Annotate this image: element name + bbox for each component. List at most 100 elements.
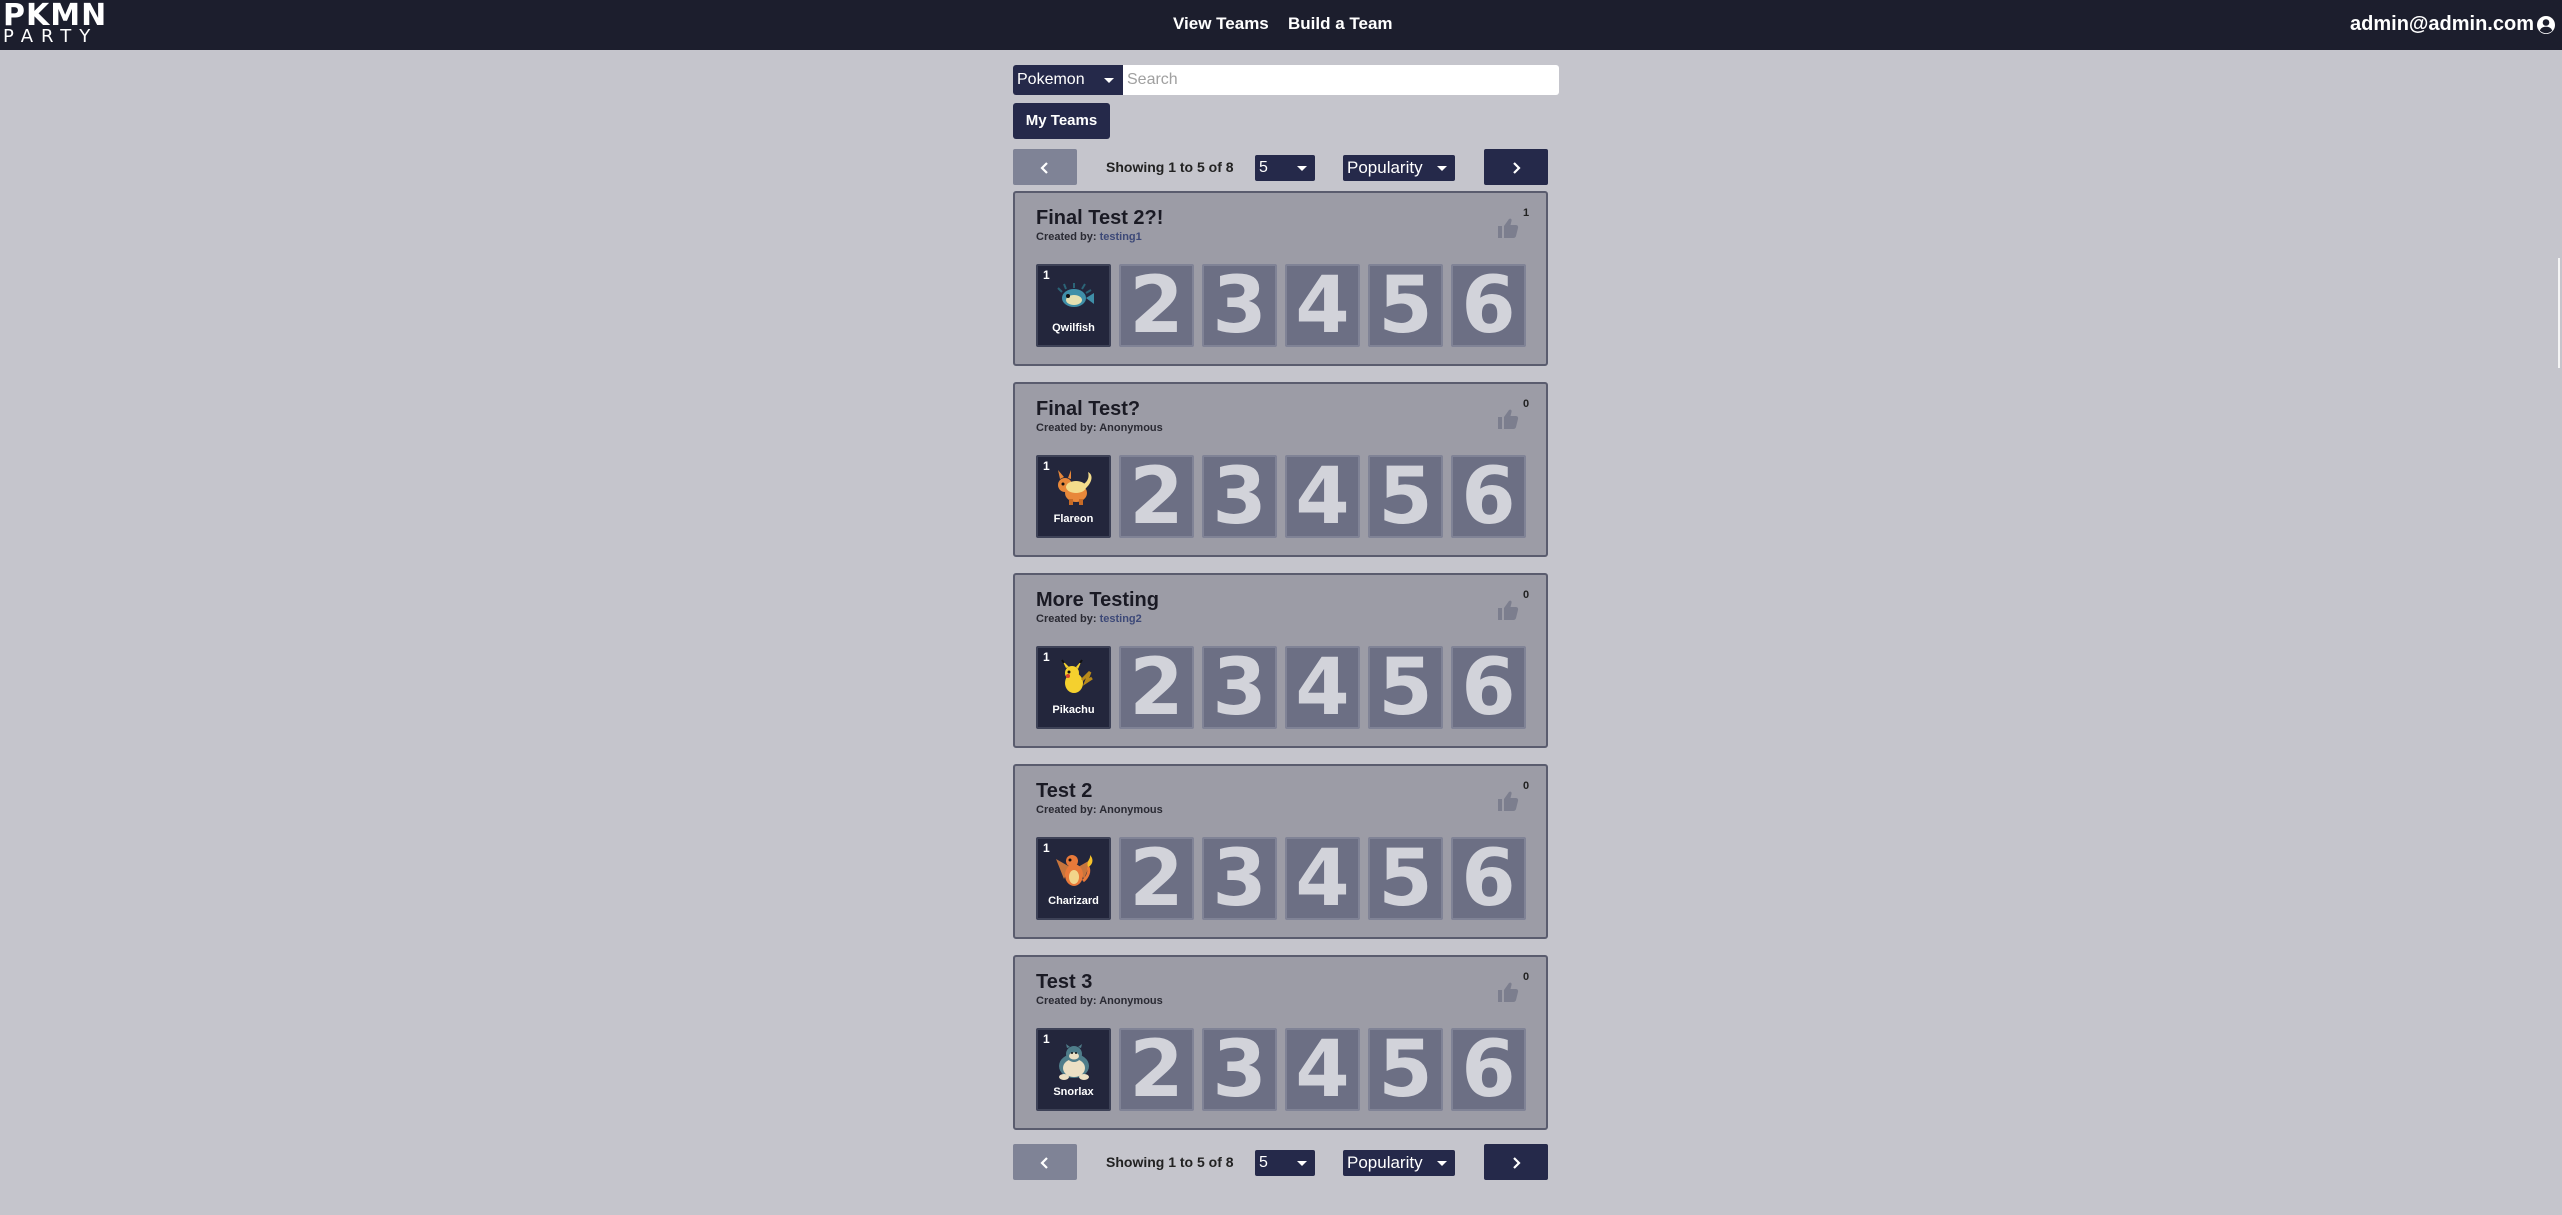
snorlax-sprite-icon [1059,1044,1089,1080]
team-slot-filled[interactable]: 1 Qwilfish [1036,264,1111,347]
like-count: 0 [1523,589,1530,601]
chevron-down-icon [1297,166,1307,171]
scrollbar-thumb[interactable] [2558,258,2560,368]
team-slot-empty[interactable]: 3 [1202,837,1277,920]
previous-page-button[interactable] [1013,1144,1077,1180]
team-slot-empty[interactable]: 5 [1368,455,1443,538]
team-card[interactable]: More Testing Created by: testing2 0 1 Pi… [1013,573,1548,748]
team-title[interactable]: Final Test 2?! [1036,207,1163,230]
user-menu-email[interactable]: admin@admin.com [2350,13,2534,36]
slot-number: 1 [1043,459,1050,473]
team-title[interactable]: Final Test? [1036,398,1140,421]
created-by-label: Created by: [1036,613,1097,625]
team-slot-filled[interactable]: 1 Snorlax [1036,1028,1111,1111]
search-category-value: Pokemon [1017,71,1085,88]
team-slot-empty[interactable]: 2 [1119,837,1194,920]
page-size-value: 5 [1259,1154,1268,1171]
showing-range-text: Showing 1 to 5 of 8 [1106,1154,1234,1170]
team-slot-empty[interactable]: 3 [1202,646,1277,729]
navbar: PKMN PARTY View Teams Build a Team admin… [0,0,2562,50]
thumbs-up-icon[interactable] [1496,980,1520,1004]
team-slot-empty[interactable]: 6 [1451,455,1526,538]
slot-number: 1 [1043,1032,1050,1046]
site-logo[interactable]: PKMN PARTY [3,1,107,47]
my-teams-button[interactable]: My Teams [1013,103,1110,139]
team-creator: Created by: Anonymous [1036,422,1163,434]
team-card[interactable]: Final Test? Created by: Anonymous 0 1 Fl… [1013,382,1548,557]
like-count: 0 [1523,971,1530,983]
team-slot-filled[interactable]: 1 Pikachu [1036,646,1111,729]
team-slot-empty[interactable]: 2 [1119,646,1194,729]
team-slot-empty[interactable]: 3 [1202,264,1277,347]
created-by-label: Created by: [1036,804,1097,816]
sort-select[interactable]: Popularity [1343,155,1455,181]
search-category-select[interactable]: Pokemon [1013,65,1123,95]
page-size-value: 5 [1259,159,1268,176]
team-slot-filled[interactable]: 1 Charizard [1036,837,1111,920]
team-slot-empty[interactable]: 6 [1451,264,1526,347]
creator-name: Anonymous [1099,995,1163,1007]
slot-number: 1 [1043,650,1050,664]
team-slot-empty[interactable]: 2 [1119,1028,1194,1111]
pikachu-sprite-icon [1061,659,1093,693]
thumbs-up-icon[interactable] [1496,216,1520,240]
team-title[interactable]: More Testing [1036,589,1159,612]
pokemon-name: Snorlax [1053,1086,1094,1098]
team-title[interactable]: Test 2 [1036,780,1092,803]
team-creator: Created by: Anonymous [1036,995,1163,1007]
like-count: 0 [1523,780,1530,792]
team-slot-empty[interactable]: 5 [1368,837,1443,920]
next-page-button[interactable] [1484,1144,1548,1180]
page-size-select[interactable]: 5 [1255,1150,1315,1176]
team-card[interactable]: Test 2 Created by: Anonymous 0 1 Chariza… [1013,764,1548,939]
team-card[interactable]: Test 3 Created by: Anonymous 0 1 Snorlax… [1013,955,1548,1130]
thumbs-up-icon[interactable] [1496,407,1520,431]
page-size-select[interactable]: 5 [1255,155,1315,181]
created-by-label: Created by: [1036,995,1097,1007]
team-card[interactable]: Final Test 2?! Created by: testing1 1 1 … [1013,191,1548,366]
team-slot-empty[interactable]: 4 [1285,264,1360,347]
chevron-right-icon [1513,1157,1521,1169]
team-creator: Created by: testing2 [1036,613,1142,625]
creator-name[interactable]: testing1 [1100,231,1142,243]
charizard-sprite-icon [1056,855,1093,886]
team-slot-empty[interactable]: 4 [1285,1028,1360,1111]
team-slot-empty[interactable]: 3 [1202,455,1277,538]
team-slot-empty[interactable]: 4 [1285,455,1360,538]
pagination-top: Showing 1 to 5 of 8 5 Popularity [1013,149,1548,185]
creator-name: Anonymous [1099,422,1163,434]
showing-range-text: Showing 1 to 5 of 8 [1106,159,1234,175]
team-slot-empty[interactable]: 4 [1285,646,1360,729]
team-slot-empty[interactable]: 5 [1368,1028,1443,1111]
pokemon-name: Flareon [1053,513,1094,525]
like-count: 1 [1523,207,1530,219]
nav-view-teams[interactable]: View Teams [1173,14,1269,34]
team-slot-empty[interactable]: 6 [1451,1028,1526,1111]
thumbs-up-icon[interactable] [1496,789,1520,813]
team-slot-empty[interactable]: 3 [1202,1028,1277,1111]
team-title[interactable]: Test 3 [1036,971,1092,994]
logo-line-2: PARTY [3,26,99,47]
sort-value: Popularity [1347,158,1423,177]
team-slot-empty[interactable]: 2 [1119,264,1194,347]
next-page-button[interactable] [1484,149,1548,185]
user-account-icon[interactable] [2536,15,2556,35]
team-slot-empty[interactable]: 6 [1451,646,1526,729]
team-slot-empty[interactable]: 4 [1285,837,1360,920]
team-slot-filled[interactable]: 1 Flareon [1036,455,1111,538]
search-input[interactable] [1123,65,1559,95]
chevron-left-icon [1040,162,1048,174]
team-slot-empty[interactable]: 5 [1368,264,1443,347]
thumbs-up-icon[interactable] [1496,598,1520,622]
team-slot-empty[interactable]: 6 [1451,837,1526,920]
team-creator: Created by: Anonymous [1036,804,1163,816]
team-slot-empty[interactable]: 2 [1119,455,1194,538]
creator-name: Anonymous [1099,804,1163,816]
previous-page-button[interactable] [1013,149,1077,185]
qwilfish-sprite-icon [1057,283,1094,307]
team-slot-empty[interactable]: 5 [1368,646,1443,729]
creator-name[interactable]: testing2 [1100,613,1142,625]
sort-select[interactable]: Popularity [1343,1150,1455,1176]
nav-build-a-team[interactable]: Build a Team [1288,14,1393,34]
chevron-down-icon [1297,1161,1307,1166]
